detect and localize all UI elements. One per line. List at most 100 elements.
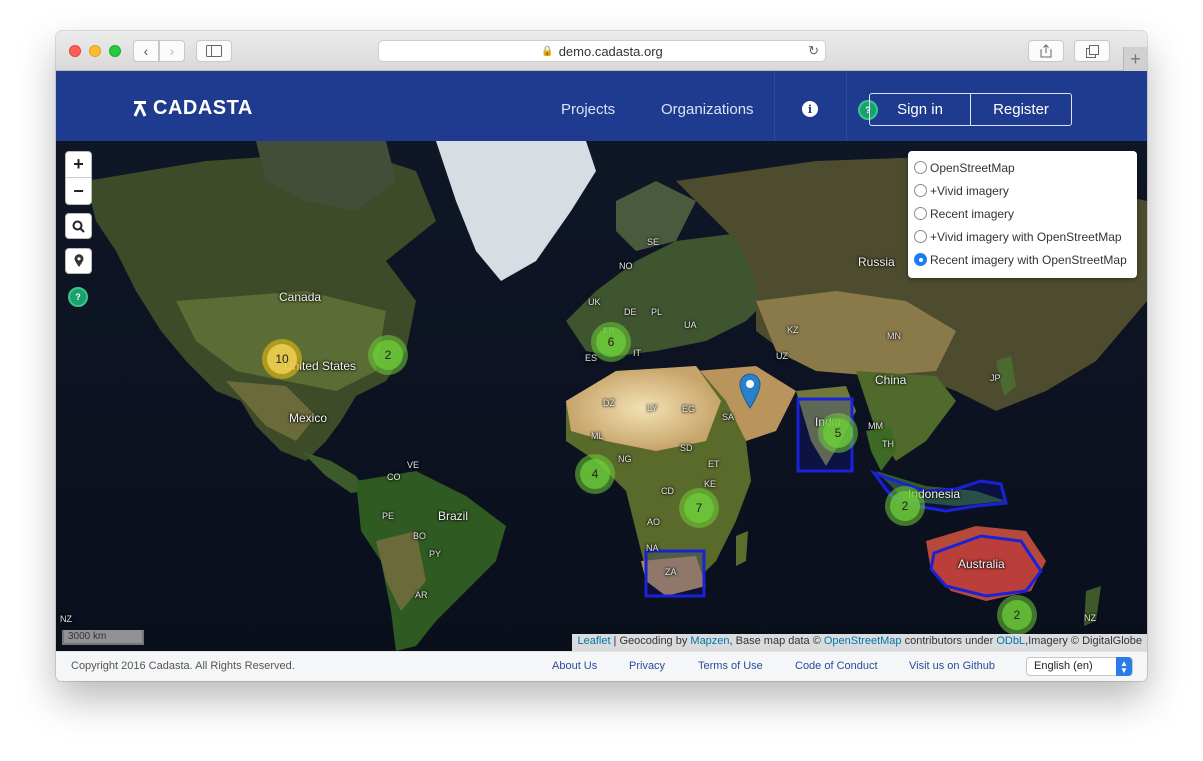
label-china: China bbox=[875, 373, 907, 387]
address-bar[interactable]: 🔒 demo.cadasta.org ↻ bbox=[378, 40, 826, 62]
radio-button[interactable] bbox=[914, 230, 927, 243]
forward-button[interactable]: › bbox=[159, 40, 185, 62]
map-search-button[interactable] bbox=[65, 213, 92, 239]
mapzen-link[interactable]: Mapzen bbox=[690, 635, 729, 647]
label-de: DE bbox=[624, 307, 637, 317]
language-select[interactable]: English (en) ▲ ▼ bbox=[1026, 657, 1133, 676]
cluster-marker-west-africa[interactable]: 4 bbox=[575, 454, 615, 494]
label-nz-right: NZ bbox=[1084, 613, 1096, 623]
map-attribution: Leaflet | Geocoding by Mapzen, Base map … bbox=[572, 634, 1147, 651]
register-button[interactable]: Register bbox=[971, 94, 1071, 125]
label-cd: CD bbox=[661, 486, 674, 496]
zoom-out-button[interactable]: − bbox=[66, 178, 91, 204]
cluster-marker-australia[interactable]: 2 bbox=[997, 595, 1037, 635]
select-arrows-icon: ▲ ▼ bbox=[1116, 657, 1132, 676]
nav-divider bbox=[774, 71, 775, 141]
sidebar-toggle-button[interactable] bbox=[196, 40, 232, 62]
label-canada: Canada bbox=[279, 290, 322, 304]
reload-icon[interactable]: ↻ bbox=[808, 43, 819, 59]
label-australia: Australia bbox=[958, 557, 1005, 571]
new-tab-button[interactable]: + bbox=[1123, 47, 1147, 71]
radio-button[interactable] bbox=[914, 161, 927, 174]
cluster-marker-east-africa[interactable]: 7 bbox=[679, 488, 719, 528]
sidebar-icon bbox=[206, 45, 222, 57]
lock-icon: 🔒 bbox=[541, 45, 554, 57]
site-header: CADASTA Projects Organizations i ? Sign … bbox=[56, 71, 1147, 141]
label-no: NO bbox=[619, 261, 633, 271]
fullscreen-window-button[interactable] bbox=[109, 45, 121, 57]
label-et: ET bbox=[708, 459, 720, 469]
cluster-marker-india[interactable]: 5 bbox=[818, 413, 858, 453]
minimize-window-button[interactable] bbox=[89, 45, 101, 57]
plus-icon: + bbox=[1130, 48, 1141, 69]
label-eg: EG bbox=[682, 404, 696, 414]
browser-window: ‹ › 🔒 demo.cadasta.org ↻ + CADASTA Proje… bbox=[56, 31, 1147, 681]
label-ua: UA bbox=[684, 320, 697, 330]
openstreetmap-link[interactable]: OpenStreetMap bbox=[824, 635, 902, 647]
footer-link-about[interactable]: About Us bbox=[552, 660, 597, 672]
layer-option[interactable]: Recent imagery with OpenStreetMap bbox=[914, 248, 1131, 271]
label-na: NA bbox=[646, 543, 659, 553]
sign-in-button[interactable]: Sign in bbox=[870, 94, 971, 125]
label-za: ZA bbox=[665, 567, 677, 577]
footer-link-code-of-conduct[interactable]: Code of Conduct bbox=[795, 660, 878, 672]
logo-text: CADASTA bbox=[153, 97, 253, 119]
tabs-overview-button[interactable] bbox=[1074, 40, 1110, 62]
back-button[interactable]: ‹ bbox=[133, 40, 159, 62]
cluster-marker-north-america[interactable]: 10 bbox=[262, 339, 302, 379]
label-it: IT bbox=[633, 348, 641, 358]
label-ng: NG bbox=[618, 454, 632, 464]
map-scale: 3000 km bbox=[62, 630, 144, 645]
nav-organizations[interactable]: Organizations bbox=[661, 101, 754, 118]
leaflet-link[interactable]: Leaflet bbox=[577, 635, 610, 647]
copyright-text: Copyright 2016 Cadasta. All Rights Reser… bbox=[71, 660, 295, 672]
radio-button[interactable] bbox=[914, 207, 927, 220]
radio-button[interactable] bbox=[914, 184, 927, 197]
label-brazil: Brazil bbox=[438, 509, 469, 523]
map-pin-icon[interactable] bbox=[739, 373, 761, 409]
layer-option[interactable]: +Vivid imagery with OpenStreetMap bbox=[914, 225, 1131, 248]
close-window-button[interactable] bbox=[69, 45, 81, 57]
label-mm: MM bbox=[868, 421, 883, 431]
map-help-badge[interactable]: ? bbox=[68, 287, 88, 307]
projects-map[interactable]: Canada United States Mexico Russia China… bbox=[56, 141, 1147, 651]
layer-option[interactable]: +Vivid imagery bbox=[914, 179, 1131, 202]
layer-option[interactable]: OpenStreetMap bbox=[914, 156, 1131, 179]
footer-link-privacy[interactable]: Privacy bbox=[629, 660, 665, 672]
layer-switcher: OpenStreetMap +Vivid imagery Recent imag… bbox=[908, 151, 1137, 278]
label-ly: LY bbox=[647, 403, 658, 413]
info-icon[interactable]: i bbox=[802, 101, 818, 117]
share-button[interactable] bbox=[1028, 40, 1064, 62]
label-uk: UK bbox=[588, 297, 601, 307]
zoom-in-button[interactable]: + bbox=[66, 152, 91, 178]
cadasta-logo[interactable]: CADASTA bbox=[133, 97, 253, 120]
cluster-marker-europe[interactable]: 6 bbox=[591, 322, 631, 362]
footer-link-terms[interactable]: Terms of Use bbox=[698, 660, 763, 672]
nav-divider bbox=[846, 71, 847, 141]
radio-button-selected[interactable] bbox=[914, 253, 927, 266]
odbl-link[interactable]: ODbL bbox=[996, 635, 1025, 647]
chevron-right-icon: › bbox=[169, 43, 175, 59]
label-sa: SA bbox=[722, 412, 735, 422]
zoom-control: + − bbox=[65, 151, 92, 205]
search-icon bbox=[72, 220, 85, 233]
cluster-marker-us-east[interactable]: 2 bbox=[368, 335, 408, 375]
label-co: CO bbox=[387, 472, 401, 482]
nav-projects[interactable]: Projects bbox=[561, 101, 615, 118]
chevron-left-icon: ‹ bbox=[143, 43, 149, 59]
label-bo: BO bbox=[413, 531, 427, 541]
label-ke: KE bbox=[704, 479, 717, 489]
map-locate-button[interactable] bbox=[65, 248, 92, 274]
label-ml: ML bbox=[591, 431, 604, 441]
cadasta-mark-icon bbox=[133, 100, 147, 117]
label-dz: DZ bbox=[603, 398, 615, 408]
label-ao: AO bbox=[647, 517, 661, 527]
label-py: PY bbox=[429, 549, 442, 559]
footer-link-github[interactable]: Visit us on Github bbox=[909, 660, 995, 672]
label-ar: AR bbox=[415, 590, 428, 600]
site-footer: Copyright 2016 Cadasta. All Rights Reser… bbox=[56, 651, 1147, 681]
tabs-icon bbox=[1085, 44, 1099, 58]
label-mn: MN bbox=[887, 331, 901, 341]
cluster-marker-indonesia[interactable]: 2 bbox=[885, 486, 925, 526]
layer-option[interactable]: Recent imagery bbox=[914, 202, 1131, 225]
